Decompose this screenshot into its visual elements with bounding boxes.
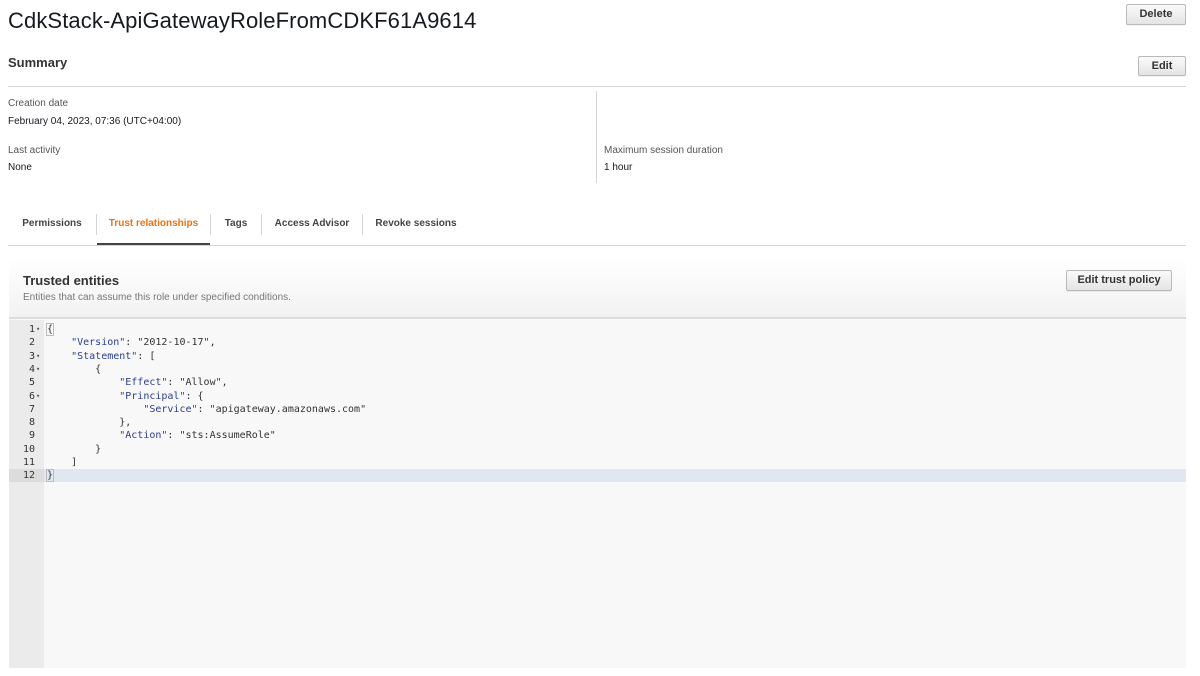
line-number: 9	[28, 430, 35, 442]
code-line[interactable]: 3 ▾ "Statement": [	[9, 350, 1186, 363]
code-text: {	[45, 323, 55, 336]
fold-toggle-icon[interactable]: ▾	[36, 390, 40, 403]
trusted-entities-panel: Trusted entities Entities that can assum…	[9, 258, 1186, 668]
code-line[interactable]: 7 "Service": "apigateway.amazonaws.com"	[9, 403, 1186, 416]
code-text: },	[47, 417, 132, 429]
creation-date-value: February 04, 2023, 07:36 (UTC+04:00)	[8, 116, 182, 127]
code-line[interactable]: 11 ]	[9, 456, 1186, 469]
line-number: 8	[28, 417, 35, 429]
code-text: "Statement": [	[71, 350, 156, 362]
line-number: 11	[22, 457, 35, 468]
code-line[interactable]: 5 "Effect": "Allow",	[9, 376, 1186, 389]
code-text: "Effect": "Allow",	[119, 377, 228, 389]
tab-access-advisor[interactable]: Access Advisor	[262, 208, 362, 245]
policy-editor[interactable]: 1 ▾{2 "Version": "2012-10-17", 3 ▾ "Stateme…	[9, 320, 1186, 668]
line-number: 7	[28, 403, 35, 415]
trusted-entities-title: Trusted entities	[23, 273, 120, 288]
edit-summary-button[interactable]: Edit	[1138, 56, 1186, 76]
code-line[interactable]: 6 ▾ "Principal": {	[9, 390, 1186, 403]
last-activity-label: Last activity	[8, 145, 61, 156]
code-text: {	[47, 363, 102, 375]
line-number: 2	[28, 337, 35, 349]
trusted-entities-subtitle: Entities that can assume this role under…	[23, 292, 291, 303]
fold-toggle-icon[interactable]: ▾	[36, 350, 40, 363]
code-text: "Version": "2012-10-17",	[71, 337, 216, 349]
code-line[interactable]: 12}	[9, 469, 1186, 483]
max-session-label: Maximum session duration	[604, 145, 723, 156]
creation-date-label: Creation date	[8, 98, 69, 109]
code-text: "Action": "sts:AssumeRole"	[119, 430, 276, 442]
code-line[interactable]: 10 }	[9, 443, 1186, 456]
line-number: 12	[9, 469, 44, 483]
panel-header: Trusted entities Entities that can assum…	[9, 258, 1186, 319]
code-text: ]	[47, 457, 78, 468]
code-line[interactable]: 8 },	[9, 416, 1186, 429]
code-text: "Principal": {	[119, 390, 204, 402]
code-line[interactable]: 9 "Action": "sts:AssumeRole"	[9, 429, 1186, 442]
code-text: }	[47, 443, 102, 455]
code-line[interactable]: 2 "Version": "2012-10-17",	[9, 336, 1186, 349]
summary-divider	[8, 86, 1186, 87]
code-line[interactable]: 1 ▾{	[9, 323, 1186, 336]
edit-trust-policy-button[interactable]: Edit trust policy	[1066, 270, 1172, 291]
max-session-value: 1 hour	[604, 162, 633, 173]
delete-button[interactable]: Delete	[1126, 4, 1186, 25]
fold-toggle-icon[interactable]: ▾	[36, 363, 40, 376]
last-activity-value: None	[8, 162, 32, 173]
code-text: "Service": "apigateway.amazonaws.com"	[143, 403, 367, 415]
tab-permissions[interactable]: Permissions	[8, 208, 96, 245]
line-number: 10	[22, 443, 35, 455]
tab-bar: Permissions Trust relationships Tags Acc…	[8, 208, 1186, 246]
code-text: }	[45, 469, 55, 483]
code-line[interactable]: 4 ▾ {	[9, 363, 1186, 376]
tab-tags[interactable]: Tags	[211, 208, 261, 245]
line-number: 5	[28, 377, 35, 389]
page-title: CdkStack-ApiGatewayRoleFromCDKF61A9614	[8, 8, 477, 33]
fold-toggle-icon[interactable]: ▾	[36, 323, 40, 336]
tab-revoke-sessions[interactable]: Revoke sessions	[363, 208, 469, 245]
summary-column-divider	[596, 91, 597, 183]
summary-title: Summary	[8, 55, 68, 70]
tab-trust-relationships[interactable]: Trust relationships	[97, 208, 210, 245]
